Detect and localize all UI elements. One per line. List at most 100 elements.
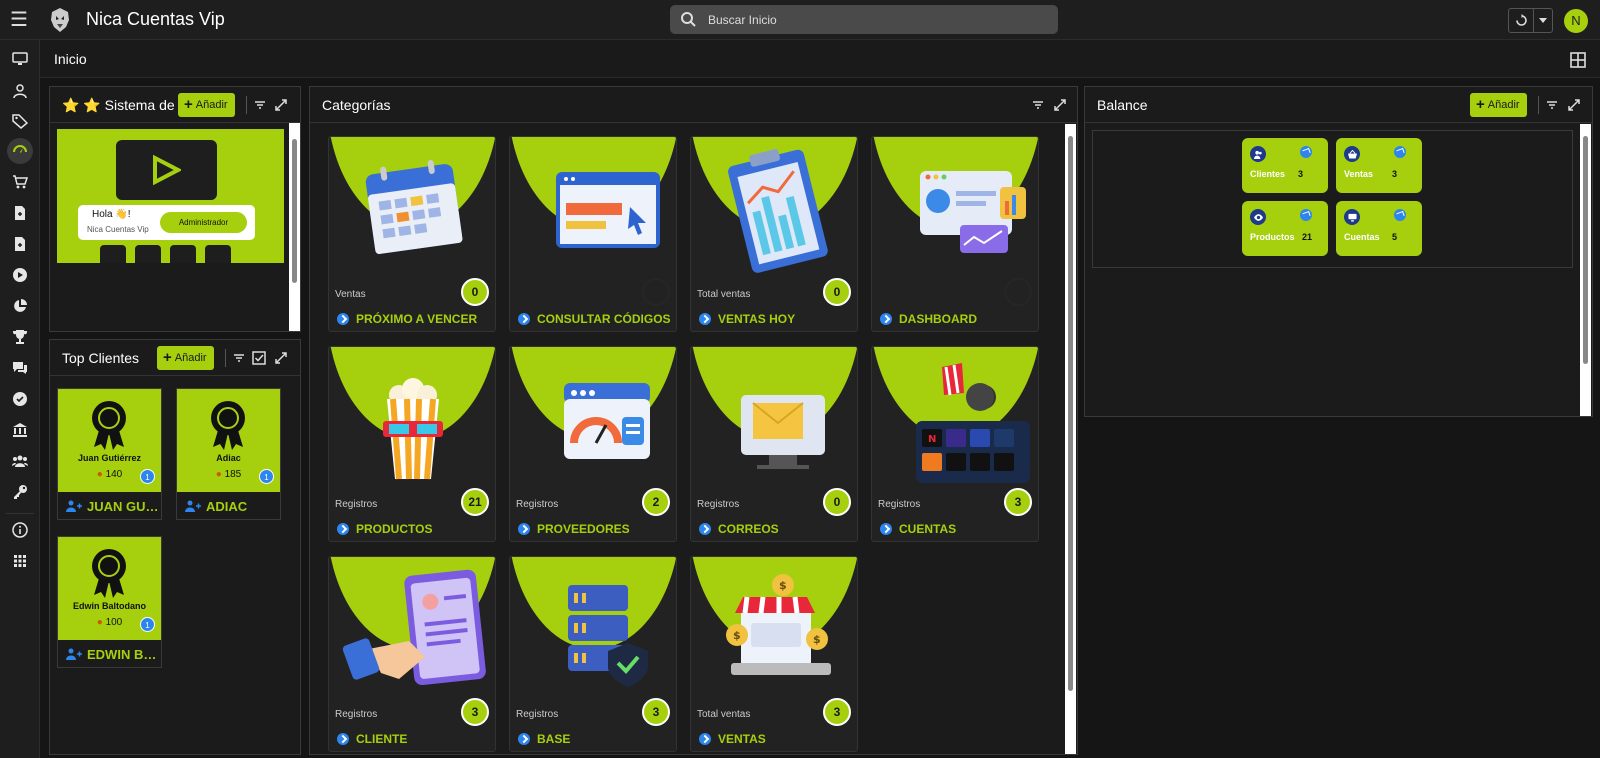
category-card-dashboard[interactable]: DASHBOARD	[871, 136, 1039, 332]
expand-icon[interactable]	[1567, 98, 1581, 112]
category-card-ventas-hoy[interactable]: Total ventas 0 VENTAS HOY	[690, 136, 858, 332]
chat-icon[interactable]	[7, 355, 33, 381]
add-button[interactable]: + Añadir	[1470, 93, 1527, 117]
count-badge	[642, 278, 670, 306]
filter-icon[interactable]	[1545, 98, 1559, 112]
card-subtitle: Total ventas	[697, 709, 751, 720]
panel-header: ⭐ ⭐ Sistema de C + Añadir	[50, 87, 300, 123]
trend-up-icon	[1394, 209, 1406, 221]
monitor-icon[interactable]	[7, 46, 33, 72]
category-card-proveedores[interactable]: Registros 2 PROVEEDORES	[509, 346, 677, 542]
users-icon	[66, 648, 82, 660]
hamburger-menu-icon[interactable]: ☰	[8, 9, 30, 31]
checkbox-icon[interactable]	[252, 351, 266, 365]
verified-icon[interactable]	[7, 386, 33, 412]
tile-label: Ventas	[1344, 169, 1374, 179]
category-card-ventas[interactable]: $ $ $ Total ventas 3 VENTAS	[690, 556, 858, 752]
tile-value: 5	[1392, 232, 1398, 242]
divider	[225, 349, 226, 367]
points-value: 100	[105, 617, 123, 628]
category-card-productos[interactable]: Registros 21 PRODUCTOS	[328, 346, 496, 542]
balance-tile-clientes[interactable]: Clientes 3	[1242, 138, 1328, 193]
category-card-consultar-codigos[interactable]: CONSULTAR CÓDIGOS	[509, 136, 677, 332]
scroll-thumb[interactable]	[1068, 136, 1073, 691]
card-link[interactable]: CUENTAS	[880, 522, 956, 536]
scroll-thumb[interactable]	[1583, 136, 1588, 364]
app-title: Nica Cuentas Vip	[86, 9, 225, 29]
filter-icon[interactable]	[232, 351, 246, 365]
category-card-proximo-a-vencer[interactable]: Ventas 0 PRÓXIMO A VENCER	[328, 136, 496, 332]
category-card-cliente[interactable]: Registros 3 CLIENTE	[328, 556, 496, 752]
scroll-thumb[interactable]	[292, 139, 297, 283]
client-card[interactable]: Edwin Baltodano ● 100 1 EDWIN BALTODANO	[57, 536, 162, 668]
expand-icon[interactable]	[274, 98, 288, 112]
client-name: Juan Gutiérrez	[77, 453, 142, 463]
balance-tile-cuentas[interactable]: Cuentas 5	[1336, 201, 1422, 256]
file-add-icon[interactable]	[7, 231, 33, 257]
card-link[interactable]: CONSULTAR CÓDIGOS	[518, 312, 671, 326]
bank-icon[interactable]	[7, 417, 33, 443]
card-link[interactable]: PRODUCTOS	[337, 522, 432, 536]
add-button[interactable]: + Añadir	[178, 93, 235, 117]
card-link[interactable]: BASE	[518, 732, 570, 746]
scrollbar[interactable]	[289, 123, 300, 331]
dashboard-icon[interactable]	[7, 138, 33, 164]
add-button[interactable]: + Añadir	[157, 346, 214, 370]
filter-icon[interactable]	[1031, 98, 1045, 112]
group-icon[interactable]	[7, 448, 33, 474]
video-screen	[116, 140, 217, 200]
filter-icon[interactable]	[253, 98, 267, 112]
card-link[interactable]: PRÓXIMO A VENCER	[337, 312, 477, 326]
card-link[interactable]: CLIENTE	[337, 732, 407, 746]
category-card-correos[interactable]: Registros 0 CORREOS	[690, 346, 858, 542]
sidebar-divider	[6, 513, 34, 514]
file-add-icon[interactable]	[7, 200, 33, 226]
category-card-cuentas[interactable]: N Registros 3 CUENTAS	[871, 346, 1039, 542]
card-link[interactable]: VENTAS HOY	[699, 312, 795, 326]
tile-label: Productos	[1250, 232, 1295, 242]
user-icon[interactable]	[7, 78, 33, 104]
client-card[interactable]: Adiac ● 185 1 ADIAC	[176, 388, 281, 520]
panel-title: Top Clientes	[62, 350, 140, 366]
card-link[interactable]: DASHBOARD	[880, 312, 977, 326]
cart-icon[interactable]	[7, 169, 33, 195]
category-card-base[interactable]: Registros 3 BASE	[509, 556, 677, 752]
client-card[interactable]: Juan Gutiérrez ● 140 1 JUAN GUTIÉRREZ	[57, 388, 162, 520]
search-input[interactable]	[708, 5, 1048, 34]
expand-icon[interactable]	[1053, 98, 1067, 112]
pie-chart-icon[interactable]	[7, 293, 33, 319]
popcorn-icon	[383, 378, 443, 480]
count-badge: 3	[642, 698, 670, 726]
key-icon[interactable]	[7, 479, 33, 505]
tag-icon[interactable]	[7, 108, 33, 134]
card-link[interactable]: CORREOS	[699, 522, 779, 536]
apps-icon[interactable]	[7, 548, 33, 574]
trophy-icon[interactable]	[7, 324, 33, 350]
users-icon	[185, 500, 201, 512]
role-button[interactable]: Administrador	[160, 212, 247, 233]
scrollbar[interactable]	[1580, 124, 1591, 416]
card-link[interactable]: VENTAS	[699, 732, 766, 746]
refresh-dropdown-button[interactable]	[1533, 8, 1553, 33]
store-laptop-icon: $ $ $	[726, 574, 831, 675]
card-link[interactable]: PROVEEDORES	[518, 522, 630, 536]
balance-tile-ventas[interactable]: Ventas 3	[1336, 138, 1422, 193]
gauge-window-icon	[564, 383, 650, 459]
info-icon[interactable]	[7, 517, 33, 543]
expand-icon[interactable]	[274, 351, 288, 365]
welcome-banner: Hola 👋! Nica Cuentas Vip Administrador	[57, 129, 284, 263]
chevron-right-icon	[880, 313, 892, 325]
balance-tile-productos[interactable]: Productos 21	[1242, 201, 1328, 256]
play-circle-icon[interactable]	[7, 262, 33, 288]
search-bar[interactable]	[670, 5, 1058, 34]
layout-grid-icon[interactable]	[1570, 52, 1586, 68]
medal-icon	[211, 401, 245, 450]
panel-title: ⭐ ⭐ Sistema de C	[62, 97, 178, 113]
breadcrumb-bar: Inicio	[40, 40, 1600, 78]
chevron-right-icon	[337, 733, 349, 745]
calendar-icon	[365, 160, 463, 255]
user-avatar[interactable]: N	[1564, 9, 1588, 33]
scrollbar[interactable]	[1065, 124, 1076, 754]
medal-icon	[92, 549, 126, 598]
refresh-button[interactable]	[1508, 8, 1534, 33]
